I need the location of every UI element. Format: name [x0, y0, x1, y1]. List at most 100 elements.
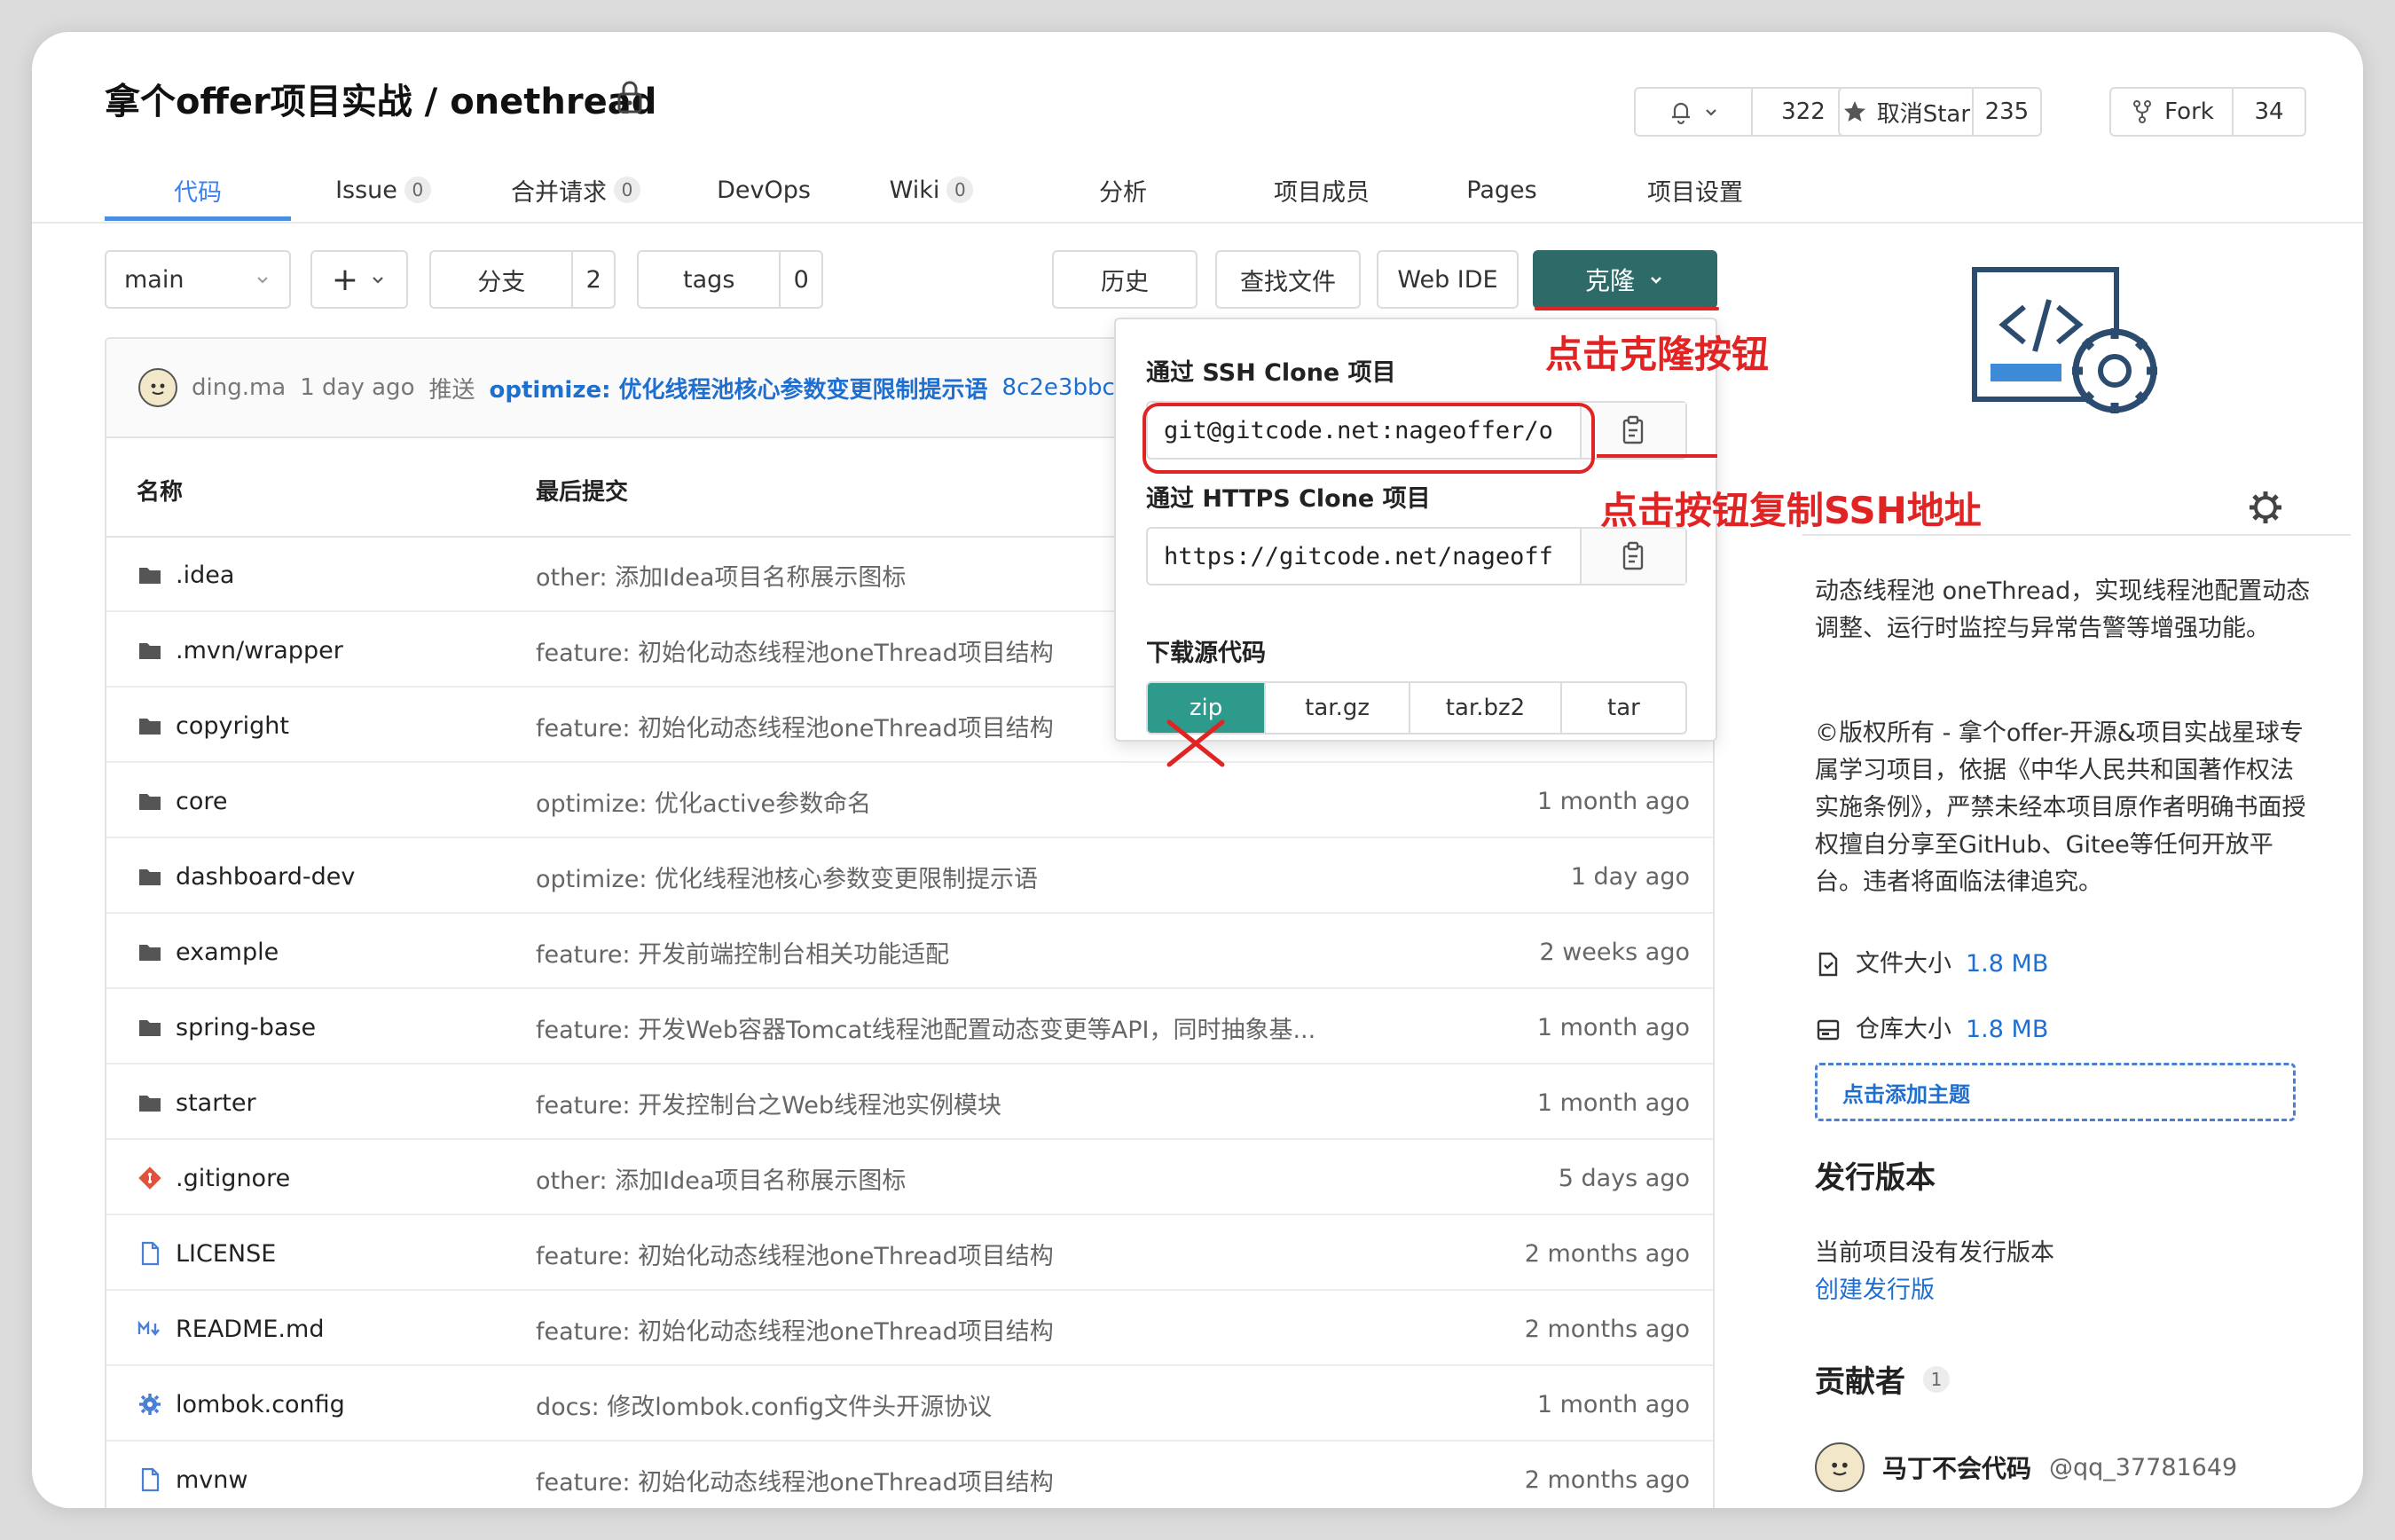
repo-title[interactable]: 拿个offer项目实战 / onethread — [105, 73, 656, 124]
tags-button[interactable]: tags 0 — [637, 250, 823, 309]
file-name-cell[interactable]: mvnw — [137, 1442, 247, 1508]
table-row[interactable]: dashboard-dev optimize: 优化线程池核心参数变更限制提示语 1… — [106, 839, 1713, 914]
file-name-cell[interactable]: core — [137, 764, 227, 838]
file-name-cell[interactable]: LICENSE — [137, 1216, 276, 1291]
fork-button[interactable]: Fork — [2111, 89, 2232, 135]
file-name[interactable]: spring-base — [176, 1014, 316, 1041]
clone-annotation-underline — [1535, 307, 1719, 310]
file-name-cell[interactable]: dashboard-dev — [137, 839, 355, 914]
file-name[interactable]: core — [176, 788, 227, 815]
file-name-cell[interactable]: starter — [137, 1065, 256, 1140]
history-button[interactable]: 历史 — [1052, 250, 1198, 309]
table-row[interactable]: LICENSE feature: 初始化动态线程池oneThread项目结构 2 m… — [106, 1216, 1713, 1291]
commit-message-cell[interactable]: optimize: 优化active参数命名 — [536, 764, 871, 838]
tab-code[interactable]: 代码 — [105, 167, 291, 213]
commit-message-cell[interactable]: other: 添加Idea项目名称展示图标 — [536, 1141, 906, 1215]
file-name-cell[interactable]: .idea — [137, 538, 234, 612]
table-row[interactable]: README.md feature: 初始化动态线程池oneThread项目结构 2… — [106, 1292, 1713, 1366]
commit-time-cell: 1 day ago — [1570, 862, 1690, 891]
commit-message-cell[interactable]: feature: 初始化动态线程池oneThread项目结构 — [536, 1292, 1054, 1366]
tab-pages[interactable]: Pages — [1444, 167, 1559, 213]
nav-divider — [32, 222, 2363, 224]
file-name[interactable]: mvnw — [176, 1466, 247, 1494]
web-ide-button[interactable]: Web IDE — [1377, 250, 1519, 309]
commit-message[interactable]: optimize: 优化线程池核心参数变更限制提示语 — [490, 372, 988, 405]
find-file-button[interactable]: 查找文件 — [1215, 250, 1361, 309]
commit-message-cell[interactable]: feature: 初始化动态线程池oneThread项目结构 — [536, 688, 1054, 763]
file-name-cell[interactable]: .gitignore — [137, 1141, 290, 1215]
table-row[interactable]: core optimize: 优化active参数命名 1 month ago — [106, 764, 1713, 838]
file-name[interactable]: LICENSE — [176, 1240, 276, 1268]
fork-label: Fork — [2164, 98, 2214, 125]
commit-message-cell[interactable]: feature: 初始化动态线程池oneThread项目结构 — [536, 613, 1054, 688]
file-name-cell[interactable]: lombok.config — [137, 1367, 345, 1442]
clone-button[interactable]: 克隆 — [1533, 250, 1717, 309]
file-name[interactable]: README.md — [176, 1316, 324, 1343]
tab-devops[interactable]: DevOps — [688, 167, 839, 213]
branch-select[interactable]: main — [105, 250, 291, 309]
table-row[interactable]: mvnw feature: 初始化动态线程池oneThread项目结构 2 mont… — [106, 1442, 1713, 1508]
tab-analytics[interactable]: 分析 — [1070, 167, 1176, 213]
repo-size-label: 仓库大小 — [1856, 1016, 1951, 1043]
add-menu-button[interactable]: + — [310, 250, 408, 309]
download-targz-button[interactable]: tar.gz — [1264, 683, 1409, 733]
https-url-field: https://gitcode.net/nageoff — [1146, 527, 1687, 585]
commit-message-cell[interactable]: feature: 初始化动态线程池oneThread项目结构 — [536, 1442, 1054, 1508]
file-name[interactable]: .idea — [176, 562, 234, 589]
file-name[interactable]: dashboard-dev — [176, 863, 355, 891]
file-name[interactable]: example — [176, 939, 279, 966]
table-row[interactable]: .gitignore other: 添加Idea项目名称展示图标 5 days ag… — [106, 1141, 1713, 1215]
branches-button[interactable]: 分支 2 — [429, 250, 616, 309]
star-count[interactable]: 235 — [1971, 89, 2040, 135]
copy-https-button[interactable] — [1579, 529, 1685, 584]
create-release-link[interactable]: 创建发行版 — [1815, 1272, 1935, 1309]
commit-time-cell: 1 month ago — [1536, 787, 1690, 815]
commit-message-cell[interactable]: other: 添加Idea项目名称展示图标 — [536, 538, 906, 612]
markdown-icon — [137, 1320, 160, 1336]
gear-icon[interactable] — [2246, 488, 2285, 527]
file-name[interactable]: starter — [176, 1089, 256, 1117]
commit-message-cell[interactable]: optimize: 优化线程池核心参数变更限制提示语 — [536, 839, 1038, 914]
commit-message-cell[interactable]: feature: 初始化动态线程池oneThread项目结构 — [536, 1216, 1054, 1291]
https-url-input[interactable]: https://gitcode.net/nageoff — [1148, 529, 1580, 584]
folder-icon — [139, 1020, 161, 1036]
table-row[interactable]: starter feature: 开发控制台之Web线程池实例模块 1 month … — [106, 1065, 1713, 1140]
star-button[interactable]: 取消Star — [1840, 89, 1972, 135]
folder-icon — [139, 794, 161, 810]
commit-message-cell[interactable]: feature: 开发控制台之Web线程池实例模块 — [536, 1065, 1001, 1140]
file-name-cell[interactable]: README.md — [137, 1292, 324, 1366]
file-name[interactable]: lombok.config — [176, 1391, 345, 1418]
table-row[interactable]: example feature: 开发前端控制台相关功能适配 2 weeks ago — [106, 915, 1713, 989]
commit-message-cell[interactable]: feature: 开发前端控制台相关功能适配 — [536, 915, 949, 989]
download-tarbz2-button[interactable]: tar.bz2 — [1409, 683, 1560, 733]
folder-icon — [139, 719, 161, 735]
add-topic-button[interactable]: 点击添加主题 — [1815, 1063, 2296, 1121]
tab-merge-requests[interactable]: 合并请求 0 — [483, 167, 669, 213]
table-row[interactable]: lombok.config docs: 修改lombok.config文件头开源协… — [106, 1367, 1713, 1442]
commit-hash[interactable]: 8c2e3bbc — [1002, 374, 1115, 401]
mr-count-badge: 0 — [614, 177, 640, 203]
copy-ssh-button[interactable] — [1579, 403, 1685, 458]
contributor-item[interactable]: 马丁不会代码 @qq_37781649 — [1815, 1442, 2237, 1492]
file-name-cell[interactable]: copyright — [137, 688, 289, 763]
file-name-cell[interactable]: spring-base — [137, 990, 316, 1065]
file-name-cell[interactable]: .mvn/wrapper — [137, 613, 343, 688]
tab-settings[interactable]: 项目设置 — [1620, 167, 1771, 213]
file-name[interactable]: .gitignore — [176, 1165, 290, 1192]
fork-count[interactable]: 34 — [2232, 89, 2305, 135]
watch-button[interactable] — [1636, 89, 1751, 135]
download-tar-button[interactable]: tar — [1559, 683, 1685, 733]
tab-members[interactable]: 项目成员 — [1251, 167, 1393, 213]
file-name[interactable]: copyright — [176, 712, 289, 740]
file-name[interactable]: .mvn/wrapper — [176, 637, 343, 664]
table-row[interactable]: spring-base feature: 开发Web容器Tomcat线程池配置动态… — [106, 990, 1713, 1065]
copyright-notice: ©版权所有 - 拿个offer-开源&项目实战星球专属学习项目，依据《中华人民共… — [1815, 719, 2306, 896]
avatar[interactable] — [138, 368, 177, 407]
tab-issue[interactable]: Issue 0 — [312, 167, 454, 213]
commit-message-cell[interactable]: feature: 开发Web容器Tomcat线程池配置动态变更等API，同时抽象… — [536, 990, 1315, 1065]
file-name-cell[interactable]: example — [137, 915, 279, 989]
commit-message-cell[interactable]: docs: 修改lombok.config文件头开源协议 — [536, 1367, 992, 1442]
tab-wiki[interactable]: Wiki 0 — [869, 167, 993, 213]
copy-annotation-underline — [1597, 454, 1717, 458]
commit-author[interactable]: ding.ma — [192, 374, 286, 401]
